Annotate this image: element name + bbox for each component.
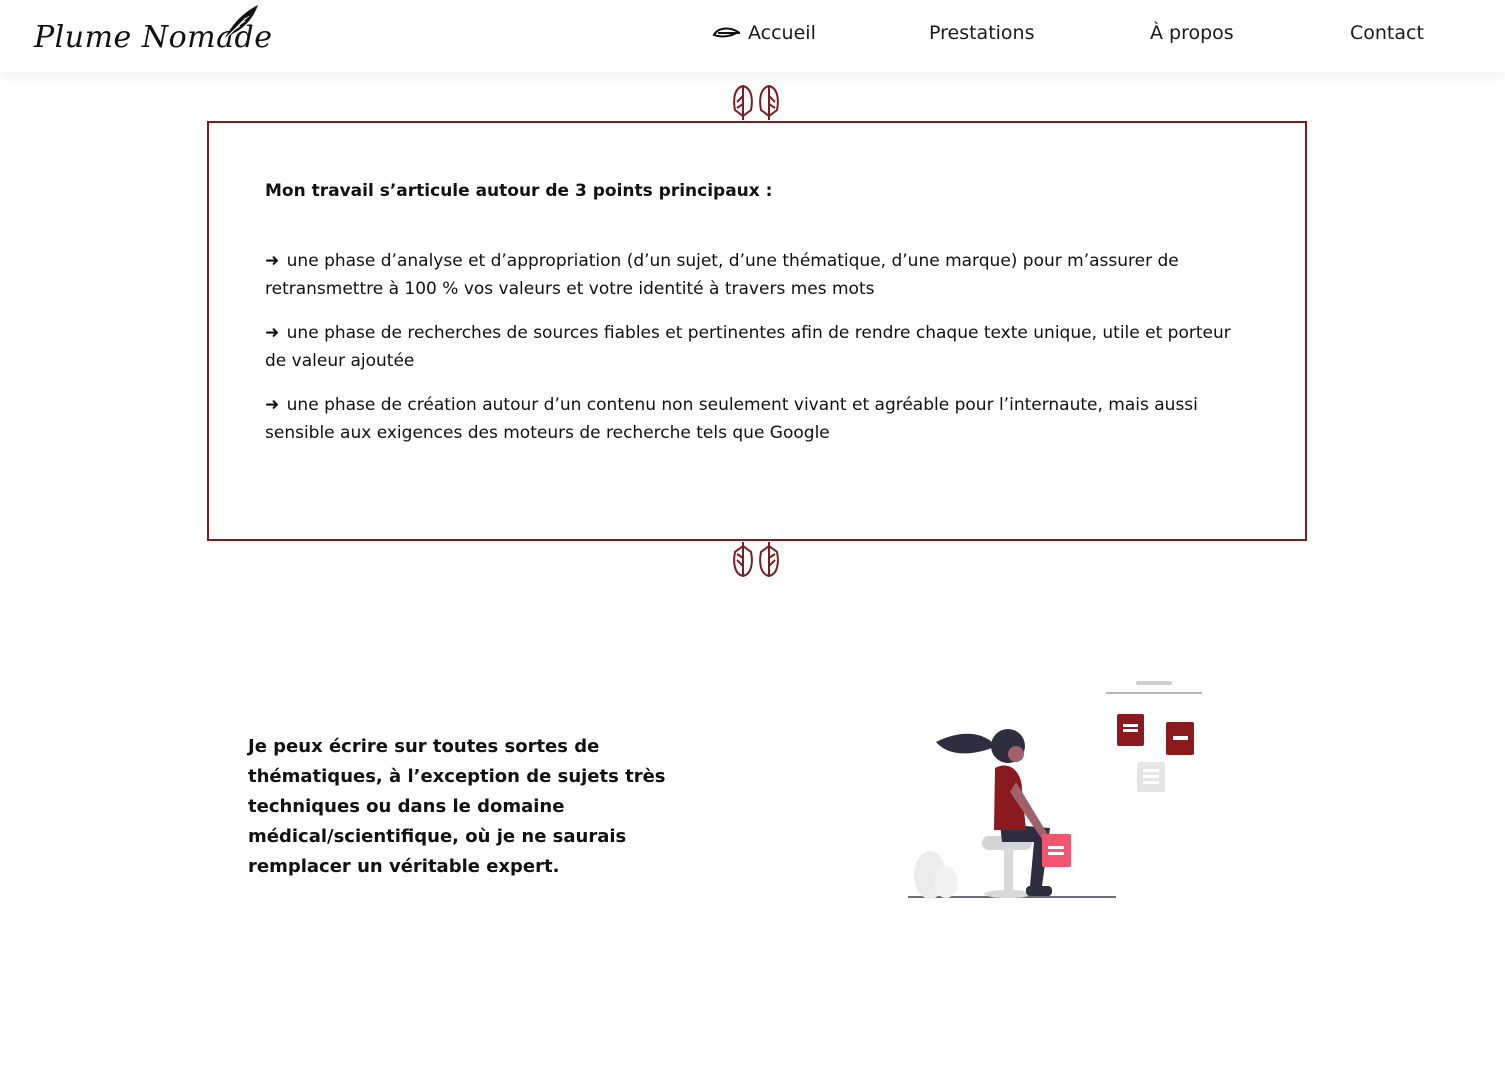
methodology-point: ➜ une phase de recherches de sources fia… (265, 319, 1255, 375)
nav-label-prestations: Prestations (929, 22, 1035, 44)
methodology-point: ➜ une phase d’analyse et d’appropriation… (265, 247, 1255, 303)
nav-item-a-propos[interactable]: À propos (1150, 22, 1234, 44)
feather-ornament-top-icon (733, 84, 779, 120)
methodology-frame: Mon travail s’articule autour de 3 point… (207, 121, 1307, 541)
methodology-point: ➜ une phase de création autour d’un cont… (265, 391, 1255, 447)
arrow-right-icon: ➜ (265, 251, 280, 271)
topics-text: Je peux écrire sur toutes sortes de thém… (248, 736, 666, 877)
point-text: une phase de création autour d’un conten… (265, 395, 1198, 443)
point-text: une phase de recherches de sources fiabl… (265, 323, 1231, 371)
nav-item-accueil[interactable]: Accueil (712, 22, 816, 44)
feather-ornament-bottom-icon (733, 542, 779, 578)
arrow-right-icon: ➜ (265, 323, 280, 343)
nav-label-contact: Contact (1350, 22, 1424, 44)
nav-item-prestations[interactable]: Prestations (929, 22, 1035, 44)
nav-label-a-propos: À propos (1150, 22, 1234, 44)
point-text: une phase d’analyse et d’appropriation (… (265, 251, 1179, 299)
nav-item-contact[interactable]: Contact (1350, 22, 1424, 44)
woman-reading-illustration (908, 681, 1202, 899)
site-header: Plume Nomade Accueil Prestations À propo… (0, 0, 1505, 72)
methodology-intro: Mon travail s’articule autour de 3 point… (265, 181, 773, 201)
main-nav: Accueil Prestations À propos Contact (0, 22, 1505, 50)
feather-pen-icon (712, 27, 740, 38)
methodology-content: Mon travail s’articule autour de 3 point… (265, 181, 1255, 463)
nav-label-accueil: Accueil (748, 22, 816, 44)
arrow-right-icon: ➜ (265, 395, 280, 415)
